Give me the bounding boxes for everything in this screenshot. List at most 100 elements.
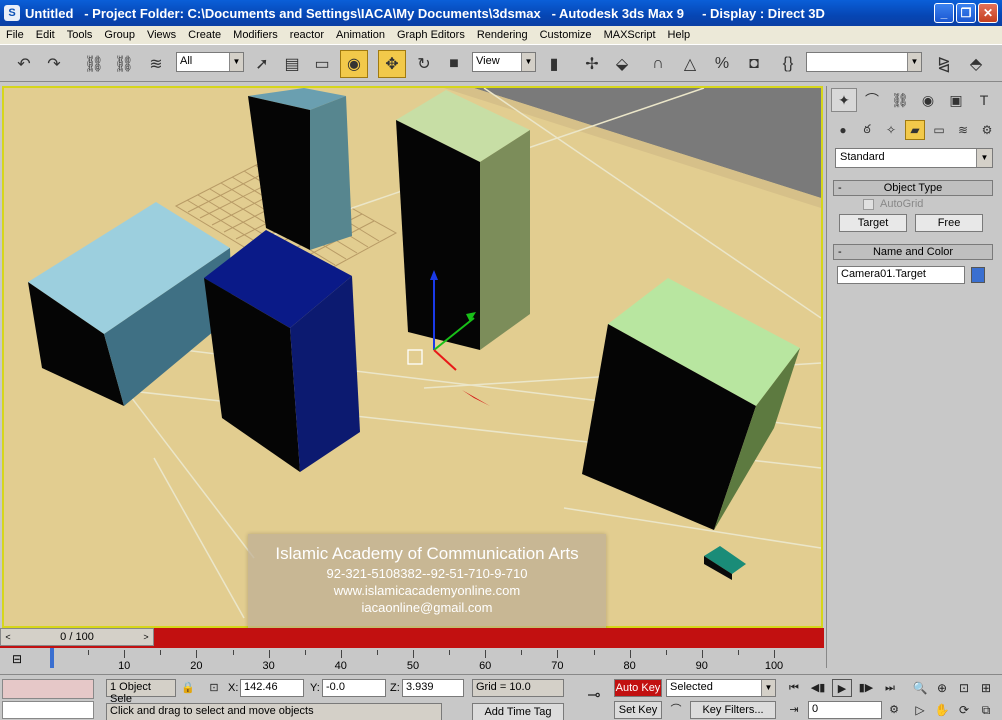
x-coordinate-field[interactable]: 142.46 [240, 679, 304, 697]
next-frame-icon[interactable]: ▮▶ [856, 679, 876, 697]
name-color-rollout-header[interactable]: - Name and Color [833, 244, 993, 260]
menu-file[interactable]: File [0, 29, 30, 41]
reference-coordinate-dropdown[interactable]: View ▼ [472, 52, 536, 72]
current-frame-field[interactable]: 0 [808, 701, 882, 719]
key-filters-button[interactable]: Key Filters... [690, 701, 776, 719]
object-category-dropdown[interactable]: Standard ▼ [835, 148, 993, 168]
object-name-field[interactable]: Camera01.Target [837, 266, 965, 284]
angle-snap-icon[interactable]: △ [676, 50, 704, 78]
go-to-end-icon[interactable]: ⏭ [880, 679, 900, 697]
time-slider-next-icon[interactable]: > [139, 632, 153, 642]
arc-rotate-icon[interactable]: ⟳ [954, 701, 974, 719]
autogrid-checkbox[interactable]: AutoGrid [863, 198, 923, 210]
add-time-tag-button[interactable]: Add Time Tag [472, 703, 564, 720]
minimize-button[interactable]: _ [934, 3, 954, 23]
menu-create[interactable]: Create [182, 29, 227, 41]
time-slider[interactable]: < 0 / 100 > [0, 628, 154, 646]
display-tab-icon[interactable]: ▣ [943, 88, 969, 112]
lock-selection-icon[interactable]: 🔒 [178, 679, 198, 697]
mirror-icon[interactable]: ⧎ [930, 50, 958, 78]
set-key-icon[interactable]: ⊸ [578, 687, 610, 705]
hierarchy-tab-icon[interactable]: ⛓ [887, 88, 913, 112]
rectangular-selection-icon[interactable]: ▭ [308, 50, 336, 78]
auto-key-button[interactable]: Auto Key [614, 679, 662, 697]
camera-icon-marker[interactable] [462, 390, 490, 406]
select-and-move-icon[interactable]: ✥ [378, 50, 406, 78]
close-button[interactable]: ✕ [978, 3, 998, 23]
menu-rendering[interactable]: Rendering [471, 29, 534, 41]
shapes-icon[interactable]: ఠ [857, 120, 877, 140]
keyboard-shortcut-icon[interactable]: ⬙ [608, 50, 636, 78]
pivot-center-icon[interactable]: ▮ [540, 50, 568, 78]
field-of-view-icon[interactable]: ▷ [910, 701, 930, 719]
unlink-selection-icon[interactable]: ⛓ [110, 50, 138, 78]
geometry-icon[interactable]: ● [833, 120, 853, 140]
select-and-manipulate-icon[interactable]: ✢ [578, 50, 606, 78]
zoom-extents-icon[interactable]: ⊡ [954, 679, 974, 697]
menu-views[interactable]: Views [141, 29, 182, 41]
object-type-rollout-header[interactable]: - Object Type [833, 180, 993, 196]
bind-to-space-warp-icon[interactable]: ≋ [142, 50, 170, 78]
window-crossing-icon[interactable]: ◉ [340, 50, 368, 78]
menu-maxscript[interactable]: MAXScript [598, 29, 662, 41]
space-warps-icon[interactable]: ≋ [953, 120, 973, 140]
spinner-snap-icon[interactable]: ◘ [740, 50, 768, 78]
maximize-viewport-icon[interactable]: ⧉ [976, 701, 996, 719]
open-mini-curve-editor-icon[interactable]: ⊟ [12, 652, 32, 668]
maxscript-listener-bottom[interactable] [2, 701, 94, 719]
current-frame-marker[interactable] [50, 648, 54, 668]
time-slider-prev-icon[interactable]: < [1, 632, 15, 642]
pan-view-icon[interactable]: ✋ [932, 701, 952, 719]
key-mode-dropdown[interactable]: Selected ▼ [666, 679, 776, 697]
create-tab-icon[interactable]: ✦ [831, 88, 857, 112]
z-coordinate-field[interactable]: 3.939 [402, 679, 464, 697]
percent-snap-icon[interactable]: % [708, 50, 736, 78]
menu-group[interactable]: Group [98, 29, 141, 41]
box-green-right[interactable] [582, 278, 800, 530]
time-configuration-icon[interactable]: ⚙ [884, 701, 904, 719]
selection-filter-dropdown[interactable]: All ▼ [176, 52, 244, 72]
modify-tab-icon[interactable]: ⌒ [859, 88, 885, 112]
menu-edit[interactable]: Edit [30, 29, 61, 41]
menu-graph-editors[interactable]: Graph Editors [391, 29, 471, 41]
select-and-link-icon[interactable]: ⛓ [80, 50, 108, 78]
helpers-icon[interactable]: ▭ [929, 120, 949, 140]
menu-animation[interactable]: Animation [330, 29, 391, 41]
y-coordinate-field[interactable]: -0.0 [322, 679, 386, 697]
previous-frame-icon[interactable]: ◀▮ [808, 679, 828, 697]
maxscript-listener-top[interactable] [2, 679, 94, 699]
zoom-all-icon[interactable]: ⊕ [932, 679, 952, 697]
align-icon[interactable]: ⬘ [962, 50, 990, 78]
menu-reactor[interactable]: reactor [284, 29, 330, 41]
go-to-start-icon[interactable]: ⏮ [784, 679, 804, 697]
motion-tab-icon[interactable]: ◉ [915, 88, 941, 112]
lights-icon[interactable]: ✧ [881, 120, 901, 140]
edit-named-selection-icon[interactable]: {} [774, 50, 802, 78]
select-object-icon[interactable]: ➚ [248, 50, 276, 78]
named-selection-dropdown[interactable]: ▼ [806, 52, 922, 72]
camera-object[interactable] [704, 546, 746, 580]
box-tall-back-left[interactable] [248, 88, 352, 250]
zoom-extents-all-icon[interactable]: ⊞ [976, 679, 996, 697]
snap-toggle-icon[interactable]: ∩ [644, 50, 672, 78]
absolute-mode-icon[interactable]: ⊡ [204, 679, 224, 697]
object-color-swatch[interactable] [971, 267, 985, 283]
select-and-rotate-icon[interactable]: ↻ [410, 50, 438, 78]
undo-icon[interactable]: ↶ [10, 50, 38, 78]
box-low-left[interactable] [28, 202, 232, 406]
key-mode-toggle-icon[interactable]: ⇥ [784, 701, 804, 719]
utilities-tab-icon[interactable]: T [971, 88, 997, 112]
redo-icon[interactable]: ↷ [40, 50, 68, 78]
box-tall-center[interactable] [396, 90, 530, 350]
default-in-out-tangents-icon[interactable]: ⌒ [666, 701, 686, 719]
menu-help[interactable]: Help [662, 29, 697, 41]
box-navy[interactable] [204, 230, 360, 472]
menu-customize[interactable]: Customize [534, 29, 598, 41]
zoom-icon[interactable]: 🔍 [910, 679, 930, 697]
track-ruler[interactable]: 10 20 30 40 50 60 70 80 90 100 [50, 648, 783, 672]
free-camera-button[interactable]: Free [915, 214, 983, 232]
target-camera-button[interactable]: Target [839, 214, 907, 232]
play-icon[interactable]: ▶ [832, 679, 852, 697]
select-and-scale-icon[interactable]: ■ [440, 50, 468, 78]
track-bar[interactable]: ⊟ 10 20 30 40 50 60 70 80 90 100 [0, 648, 824, 672]
